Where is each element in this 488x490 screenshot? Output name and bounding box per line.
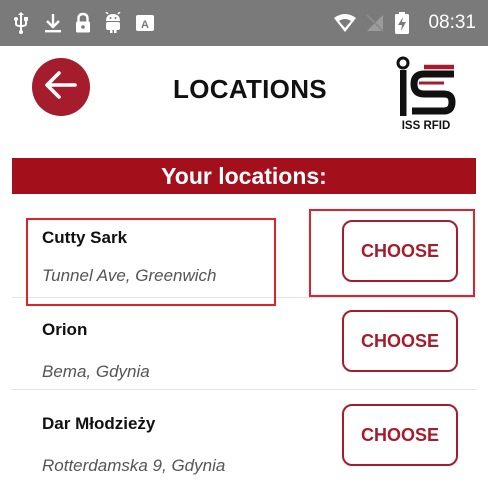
svg-text:A: A [141,19,149,31]
status-time: 08:31 [428,12,476,33]
highlight-box-choose [309,209,475,297]
back-button[interactable] [32,58,90,116]
status-bar: A 08:31 [0,0,488,46]
location-name: Dar Młodzieży [42,414,156,433]
locations-banner: Your locations: [12,158,476,194]
wifi-icon [332,0,358,46]
location-address: Bema, Gdynia [42,362,150,381]
location-name: Orion [42,320,88,339]
list-item[interactable]: Dar Młodzieży Rotterdamska 9, Gdynia CHO… [12,396,476,490]
logo-caption: ISS RFID [401,120,451,132]
choose-button[interactable]: CHOOSE [342,310,458,372]
location-address: Rotterdamska 9, Gdynia [42,456,226,475]
android-debug-icon [102,0,124,46]
page-title: LOCATIONS [173,74,327,104]
usb-icon [10,0,32,46]
no-sim-icon [364,0,386,46]
keyboard-icon: A [134,0,156,46]
highlight-box-location [26,218,276,306]
row-divider [12,389,476,390]
lock-icon [72,0,94,46]
arrow-left-icon [44,70,78,105]
battery-charging-icon [392,0,412,46]
download-icon [42,0,64,46]
list-item[interactable]: Orion Bema, Gdynia CHOOSE [12,302,476,396]
choose-button[interactable]: CHOOSE [342,404,458,466]
